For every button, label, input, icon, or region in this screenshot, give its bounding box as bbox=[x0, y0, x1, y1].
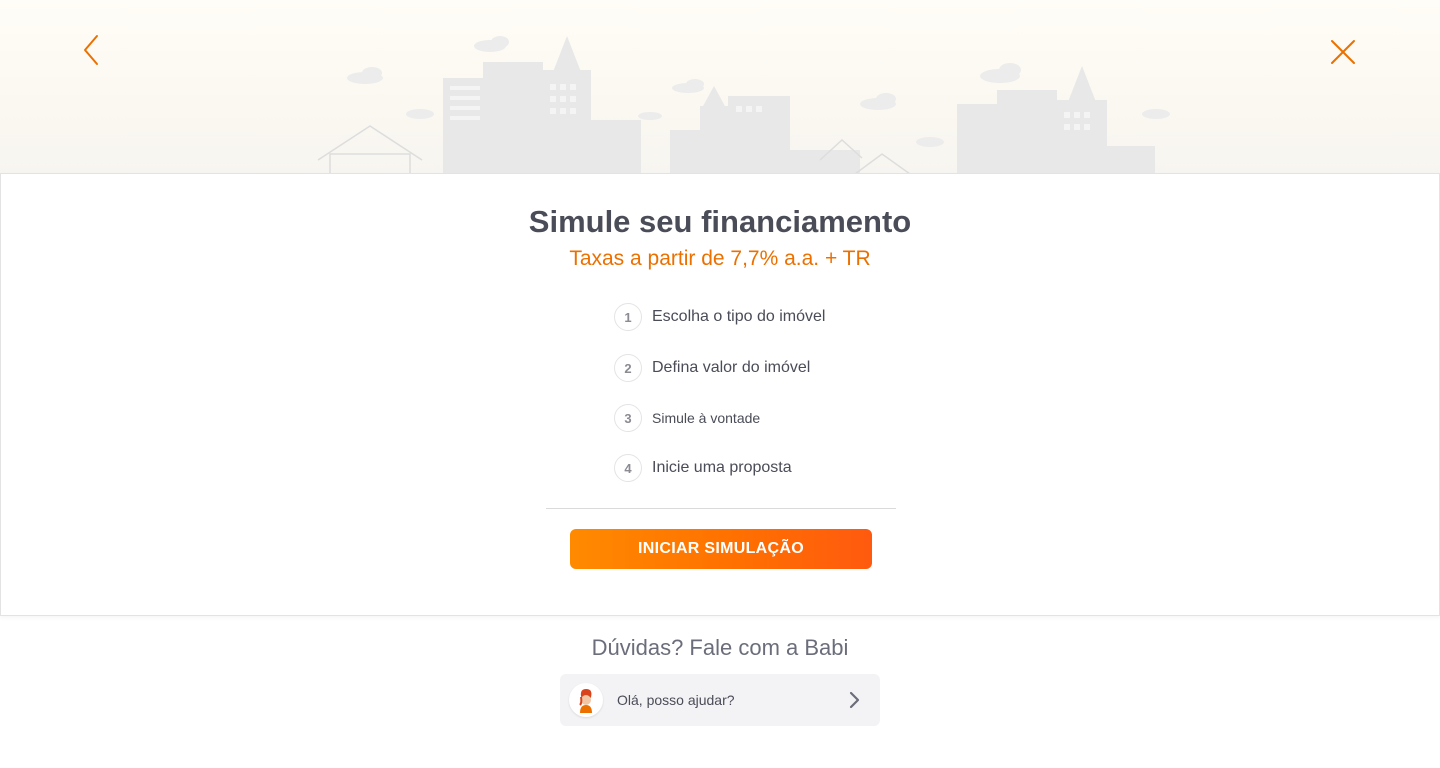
simulation-card: Simule seu financiamento Taxas a partir … bbox=[0, 173, 1440, 616]
chat-prompt-label: Olá, posso ajudar? bbox=[617, 692, 735, 708]
chevron-left-icon bbox=[84, 35, 98, 65]
city-skyline-illustration bbox=[317, 36, 1170, 174]
rate-subtitle: Taxas a partir de 7,7% a.a. + TR bbox=[569, 247, 871, 270]
step-item: 3 Simule à vontade bbox=[614, 404, 760, 432]
step-label: Simule à vontade bbox=[652, 410, 761, 426]
babi-avatar-icon bbox=[569, 683, 603, 717]
close-icon bbox=[1331, 40, 1355, 64]
back-button[interactable] bbox=[73, 32, 109, 68]
hero-banner bbox=[0, 0, 1440, 174]
step-item: 2 Defina valor do imóvel bbox=[614, 354, 810, 382]
help-title: Dúvidas? Fale com a Babi bbox=[591, 635, 849, 660]
step-number-badge: 1 bbox=[614, 303, 642, 331]
close-button[interactable] bbox=[1325, 34, 1361, 70]
step-number-badge: 2 bbox=[614, 354, 642, 382]
start-simulation-button[interactable]: INICIAR SIMULAÇÃO bbox=[570, 529, 872, 569]
step-item: 1 Escolha o tipo do imóvel bbox=[614, 303, 825, 331]
divider bbox=[546, 508, 896, 509]
step-item: 4 Inicie uma proposta bbox=[614, 454, 792, 482]
step-label: Escolha o tipo do imóvel bbox=[652, 308, 826, 325]
step-number-badge: 4 bbox=[614, 454, 642, 482]
step-label: Inicie uma proposta bbox=[652, 459, 792, 476]
chat-launcher[interactable]: Olá, posso ajudar? bbox=[560, 674, 880, 726]
step-number-badge: 3 bbox=[614, 404, 642, 432]
chevron-right-icon bbox=[842, 688, 866, 712]
step-label: Defina valor do imóvel bbox=[652, 359, 811, 376]
page-title: Simule seu financiamento bbox=[528, 204, 912, 239]
